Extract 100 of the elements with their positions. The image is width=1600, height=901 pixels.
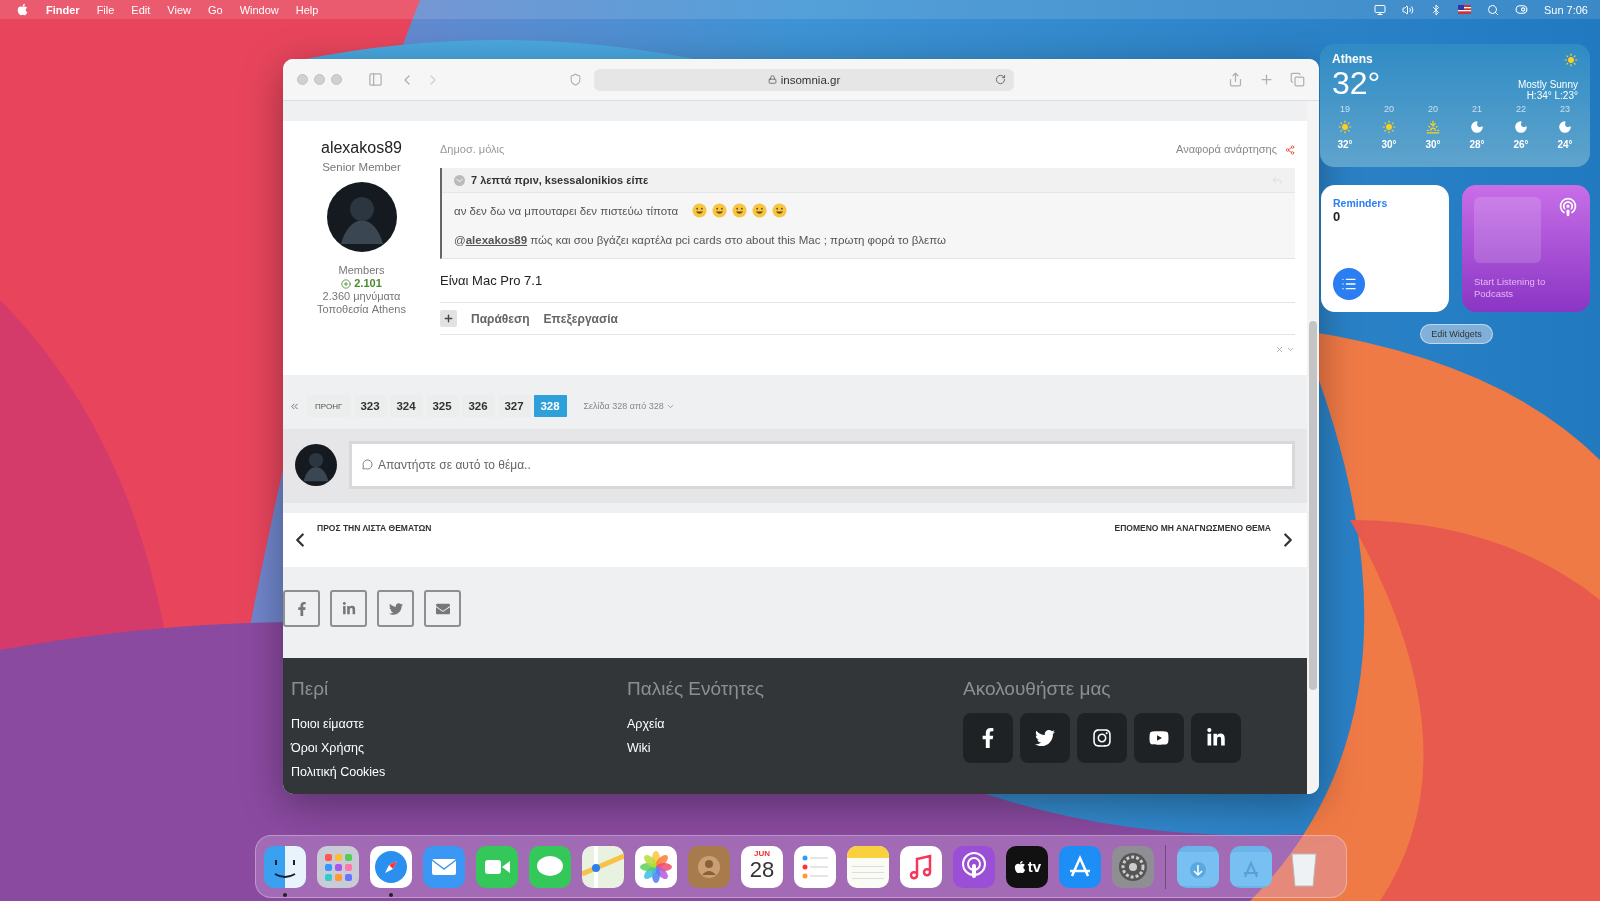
mention-link[interactable]: alexakos89 [465, 234, 528, 246]
weather-high-low: H:34° L:23° [1526, 90, 1578, 101]
page-button[interactable]: 325 [425, 395, 459, 417]
share-button[interactable] [377, 590, 414, 627]
footer-link[interactable]: Αρχεία [627, 717, 963, 731]
speech-bubble-icon [529, 845, 571, 888]
youtube-icon [1149, 728, 1169, 748]
compass-icon [370, 845, 412, 888]
forecast-temperature: 26° [1513, 139, 1529, 151]
forecast-hour: 19 [1340, 105, 1350, 116]
share-icon[interactable] [1228, 72, 1243, 87]
apple-logo-icon [1012, 859, 1027, 874]
address-field[interactable]: insomnia.gr [594, 68, 1014, 91]
tabs-overview-icon[interactable] [1290, 72, 1305, 87]
apple-menu-icon[interactable] [16, 3, 29, 16]
dock-item[interactable]: JUN 28 [741, 845, 783, 900]
volume-icon[interactable] [1401, 3, 1414, 16]
folder-download-icon [1177, 845, 1219, 888]
scrollbar-thumb[interactable] [1309, 321, 1317, 690]
post-body: Είναι Mac Pro 7.1 [440, 273, 544, 288]
reload-icon[interactable] [995, 73, 1006, 85]
shield-icon[interactable] [569, 73, 582, 86]
action-link[interactable]: Επεξεργασία [543, 311, 618, 326]
display-icon[interactable] [1373, 3, 1386, 16]
video-camera-icon [476, 845, 518, 888]
social-button[interactable] [1191, 713, 1241, 763]
checklist-icon [794, 845, 836, 888]
weather-city: Athens [1332, 53, 1374, 67]
author-location: Τοποθεσία Athens [317, 303, 406, 316]
footer-link[interactable]: Ποιοι είμαστε [291, 717, 627, 731]
smiley-icon [692, 203, 708, 218]
reputation-count: 2.101 [341, 277, 382, 290]
sidebar-icon[interactable] [368, 72, 383, 87]
flower-icon [635, 845, 677, 888]
weather-condition: Mostly Sunny [1517, 79, 1578, 90]
smiley-icon [772, 203, 788, 218]
share-button[interactable] [424, 590, 461, 627]
footer-heading: Περί [291, 678, 330, 700]
forecast-temperature: 30° [1425, 139, 1441, 151]
reply-field[interactable]: Απαντήστε σε αυτό το θέμα.. [349, 441, 1295, 489]
page-button[interactable]: 323 [353, 395, 387, 417]
list-icon [1341, 276, 1357, 292]
calendar-month: JUN [754, 848, 770, 858]
forecast-hour: 21 [1472, 105, 1482, 116]
author-name[interactable]: alexakos89 [321, 139, 402, 157]
weather-temperature: 32° [1332, 66, 1381, 102]
menu-clock: Sun 7:06 [1543, 3, 1588, 16]
smiley-icon [712, 203, 728, 218]
quote-header: 7 λεπτά πριν, ksessalonikios είπε [471, 174, 649, 186]
page-button[interactable]: 327 [497, 395, 531, 417]
linkedin-icon [1206, 728, 1226, 748]
twitter-icon [388, 601, 403, 616]
letter-a-glyph-icon [1059, 845, 1101, 888]
sun-icon [1564, 53, 1578, 67]
report-link[interactable]: Αναφορά ανάρτησης [1176, 143, 1295, 156]
search-icon[interactable] [1486, 3, 1499, 16]
envelope-icon [435, 601, 450, 616]
widget-title: Reminders [1333, 197, 1389, 209]
podcast-icon [1558, 197, 1578, 217]
moon-icon [1514, 120, 1528, 135]
plus-button[interactable] [440, 310, 457, 327]
social-button[interactable] [1077, 713, 1127, 763]
quote-text: αν δεν δω να μπουταρει δεν πιστεύω τίποτα [454, 204, 679, 217]
close-icon[interactable] [1275, 345, 1284, 354]
page-button[interactable]: 324 [389, 395, 423, 417]
control-center-icon[interactable] [1514, 3, 1528, 16]
avatar [295, 444, 337, 486]
podcast-prompt: Start Listening to Podcasts [1474, 276, 1547, 300]
instagram-icon [1092, 728, 1112, 748]
author-rank: Senior Member [322, 161, 401, 174]
social-button[interactable] [963, 713, 1013, 763]
weather-widget[interactable]: Athens 32° Mostly Sunny H:34° L:23° 19 32° 20 30° 20 30° 21 28° 22 26° 23 24° [1320, 44, 1590, 167]
folder-icon [1230, 845, 1272, 888]
face-icon [264, 845, 306, 888]
caret-icon[interactable] [1286, 345, 1295, 354]
reminders-widget[interactable]: Reminders 0 [1321, 185, 1449, 312]
speech-bubble-icon [362, 459, 373, 470]
forecast-temperature: 28° [1469, 139, 1485, 151]
social-button[interactable] [1020, 713, 1070, 763]
social-button[interactable] [1134, 713, 1184, 763]
footer-link[interactable]: Όροι Χρήσης [291, 741, 627, 755]
forecast-hour: 20 [1428, 105, 1438, 116]
list-button[interactable] [1333, 268, 1365, 300]
footer-heading: Παλιές Ενότητες [627, 678, 765, 700]
sun-icon [1382, 120, 1396, 135]
footer-link[interactable]: Wiki [627, 741, 963, 755]
new-tab-icon[interactable] [1259, 72, 1274, 87]
flag-icon[interactable] [1457, 5, 1471, 14]
share-button[interactable] [283, 590, 320, 627]
previous-button[interactable]: ΠΡΟΗΓ [307, 395, 351, 417]
share-button[interactable] [330, 590, 367, 627]
edit-widgets-button[interactable]: Edit Widgets [1420, 324, 1493, 344]
action-link[interactable]: Παράθεση [471, 311, 530, 326]
notepad-icon [847, 845, 889, 888]
footer-link[interactable]: Πολιτική Cookies [291, 765, 627, 779]
dock-item[interactable]: tv [1006, 845, 1048, 900]
page-button[interactable]: 326 [461, 395, 495, 417]
envelope-icon [423, 845, 465, 888]
post-count: 2.360 μηνύματα [322, 290, 401, 303]
linkedin-icon [341, 601, 356, 616]
